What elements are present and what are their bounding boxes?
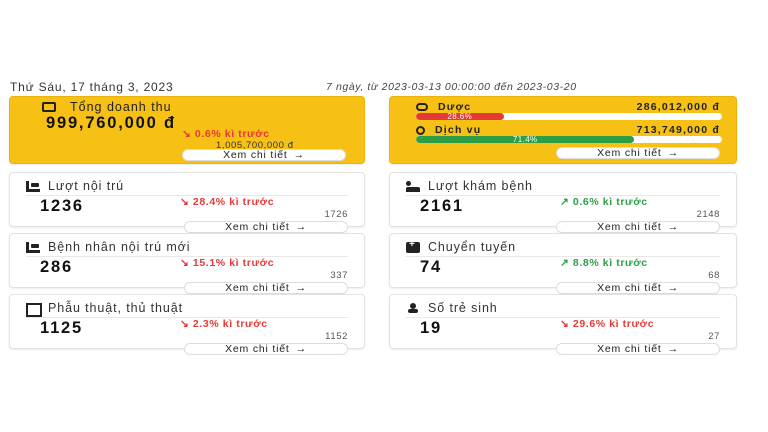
stat-card-title-label: Lượt khám bệnh [428,179,533,193]
wallet-icon [42,102,56,112]
arrow-right-icon: → [667,343,679,355]
arrow-right-icon: → [667,282,679,294]
trend-down-icon: ↘ [180,318,193,330]
dichvu-progress-fill: 71.4% [416,136,635,143]
stat-card-prev: 2148 [696,209,720,220]
revenue-card-title: Tổng doanh thu [42,100,172,114]
stat-card-detail-button[interactable]: Xem chi tiết → [556,221,720,233]
stat-card-detail-button[interactable]: Xem chi tiết → [184,221,348,233]
stat-card-value: 2161 [420,197,464,215]
stat-card-value: 286 [40,258,73,276]
stat-card-title: Số trẻ sinh [406,301,498,315]
stat-card-trend: ↘ 2.3% kì trước [180,318,268,330]
stat-card-trend: ↘ 15.1% kì trước [180,257,275,269]
stat-card-detail-button[interactable]: Xem chi tiết → [184,343,348,355]
dashboard-header: Thứ Sáu, 17 tháng 3, 2023 7 ngày, từ 202… [8,80,768,96]
stat-card-trend: ↗ 0.6% kì trước [560,196,648,208]
duoc-label: Dược [438,101,472,113]
duoc-progress-bar: 28.6% [416,113,722,120]
stat-card: Lượt nội trú 1236 ↘ 28.4% kì trước 1726 … [9,172,365,233]
bed-icon [26,241,40,253]
baby-icon [406,302,420,314]
stat-card-title-label: Lượt nội trú [48,179,125,193]
trend-down-icon: ↘ [180,257,193,269]
stat-card-value: 1236 [40,197,84,215]
revenue-breakdown-card: Dược 286,012,000 đ 28.6% Dịch vụ 713,749… [389,96,737,164]
revenue-title-label: Tổng doanh thu [70,100,172,114]
stat-card-title: Chuyển tuyến [406,239,516,254]
trend-up-icon: ↗ [560,196,573,208]
stat-card-prev: 1726 [324,209,348,220]
trend-down-icon: ↘ [180,196,193,208]
stat-card: Chuyển tuyến 74 ↗ 8.8% kì trước 68 Xem c… [389,233,737,294]
trend-down-icon: ↘ [182,128,195,140]
stat-card-value: 1125 [40,319,83,337]
stat-card-value: 19 [420,319,442,337]
surgery-icon [26,302,42,317]
current-date: Thứ Sáu, 17 tháng 3, 2023 [10,80,174,94]
dichvu-label: Dịch vụ [435,124,482,136]
ambulance-icon [406,239,420,253]
stethoscope-icon [416,125,425,135]
stat-card-title: Bệnh nhân nội trú mới [26,240,190,254]
stat-card: Số trẻ sinh 19 ↘ 29.6% kì trước 27 Xem c… [389,294,737,355]
trend-down-icon: ↘ [560,318,573,330]
date-range: 7 ngày, từ 2023-03-13 00:00:00 đến 2023-… [326,81,577,93]
stat-card: Lượt khám bệnh 2161 ↗ 0.6% kì trước 2148… [389,172,737,233]
stat-card-title: Phẫu thuật, thủ thuật [26,301,183,317]
duoc-progress-fill: 28.6% [416,113,504,120]
arrow-right-icon: → [667,147,679,159]
revenue-card: Tổng doanh thu 999,760,000 đ ↘ 0.6% kì t… [9,96,365,164]
dichvu-progress-bar: 71.4% [416,136,722,143]
stat-card-detail-button[interactable]: Xem chi tiết → [184,282,348,294]
stat-card-value: 74 [420,258,442,276]
breakdown-detail-button[interactable]: Xem chi tiết → [556,147,720,159]
stat-card-trend: ↘ 28.4% kì trước [180,196,275,208]
revenue-value: 999,760,000 đ [46,114,176,132]
stat-card: Phẫu thuật, thủ thuật 1125 ↘ 2.3% kì trư… [9,294,365,355]
stat-card-detail-button[interactable]: Xem chi tiết → [556,343,720,355]
stat-card: Bệnh nhân nội trú mới 286 ↘ 15.1% kì trư… [9,233,365,294]
stat-card-title-label: Phẫu thuật, thủ thuật [48,301,183,315]
arrow-right-icon: → [295,221,307,233]
arrow-right-icon: → [295,282,307,294]
stat-card-title: Lượt khám bệnh [406,179,533,193]
pill-icon [416,103,428,111]
stat-card-title-label: Bệnh nhân nội trú mới [48,240,191,254]
stat-card-prev: 27 [708,331,720,342]
stat-card-prev: 337 [330,270,348,281]
arrow-right-icon: → [667,221,679,233]
duoc-value: 286,012,000 đ [636,101,720,113]
breakdown-row-dichvu: Dịch vụ 713,749,000 đ [416,124,720,136]
arrow-right-icon: → [295,343,307,355]
dichvu-value: 713,749,000 đ [636,124,720,136]
stat-card-prev: 1152 [325,331,348,342]
stat-card-trend: ↘ 29.6% kì trước [560,318,655,330]
breakdown-row-duoc: Dược 286,012,000 đ [416,101,720,113]
stat-card-title-label: Chuyển tuyến [428,240,516,254]
trend-up-icon: ↗ [560,257,573,269]
patients-icon [406,180,420,192]
stat-card-title: Lượt nội trú [26,179,124,193]
arrow-right-icon: → [293,149,305,161]
stat-card-trend: ↗ 8.8% kì trước [560,257,648,269]
revenue-detail-button[interactable]: Xem chi tiết → [182,149,346,161]
revenue-trend: ↘ 0.6% kì trước [182,128,270,140]
stat-card-title-label: Số trẻ sinh [428,301,498,315]
stat-card-prev: 68 [708,270,720,281]
bed-icon [26,180,40,192]
stat-card-detail-button[interactable]: Xem chi tiết → [556,282,720,294]
